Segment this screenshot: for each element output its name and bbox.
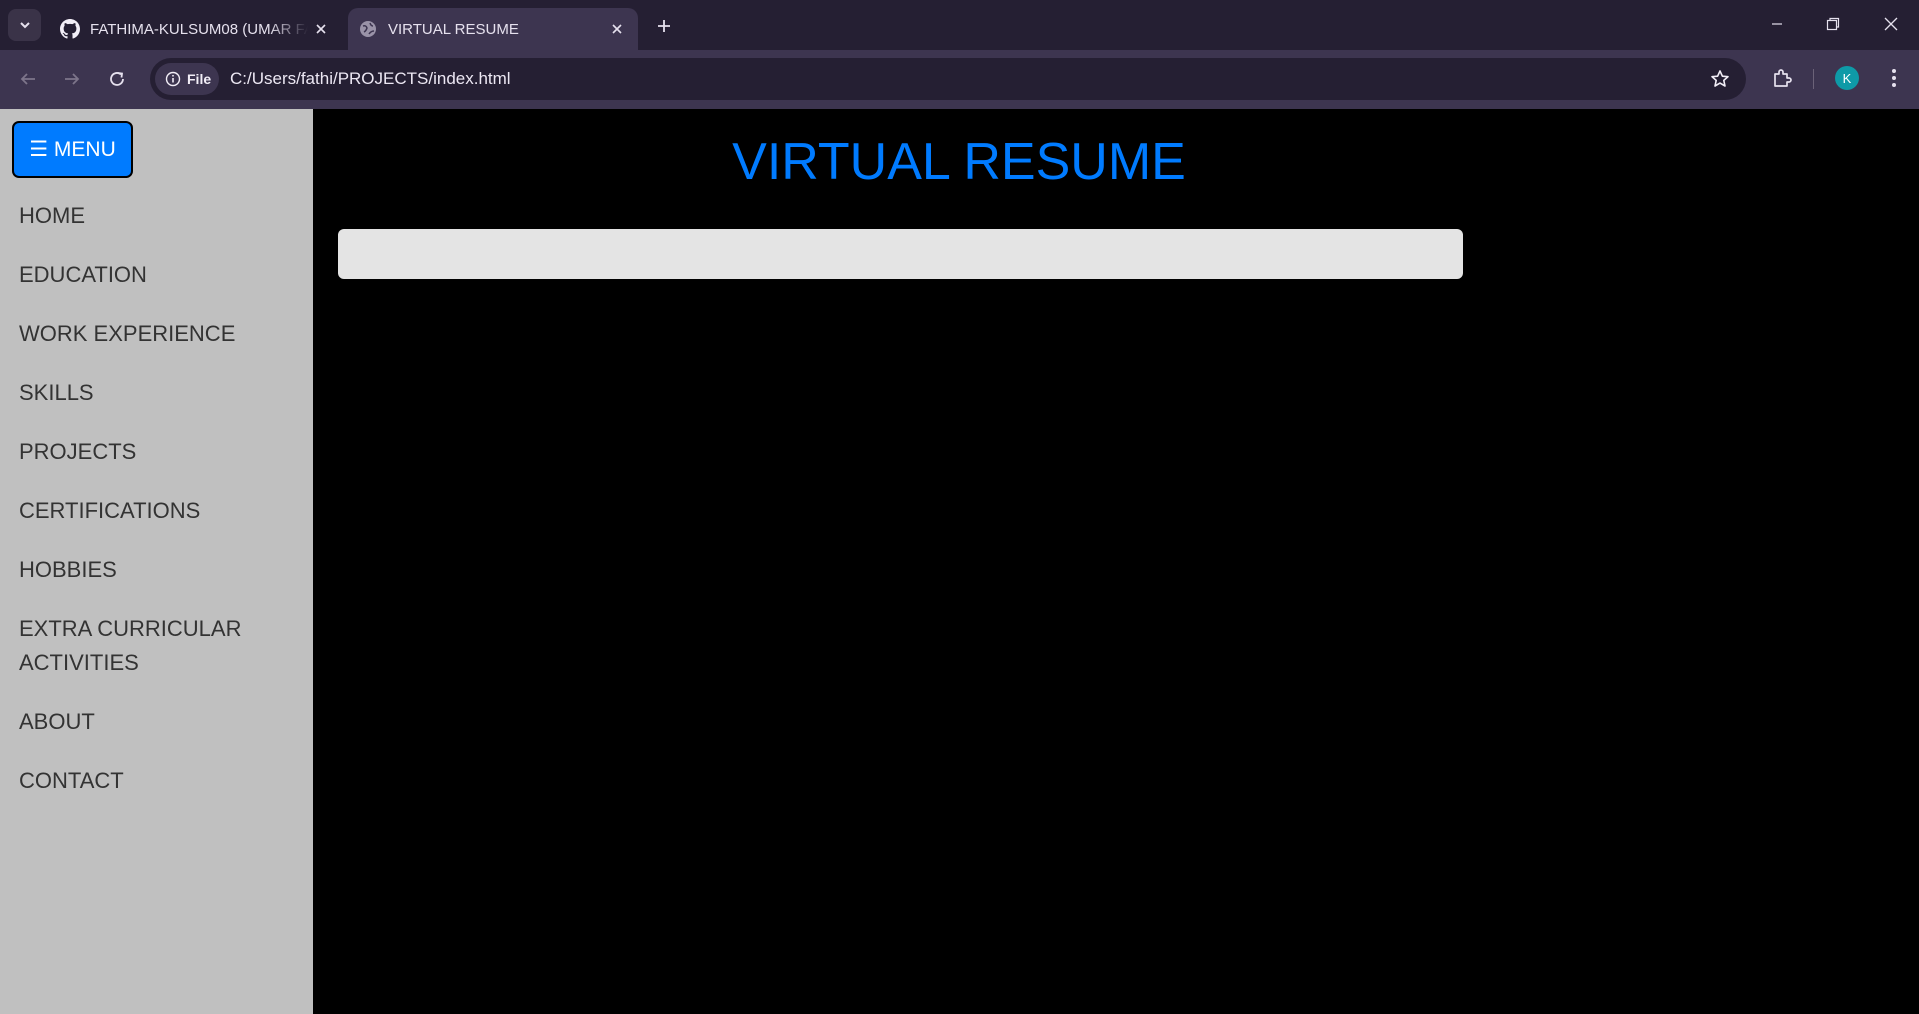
- forward-button[interactable]: [56, 63, 88, 95]
- minimize-icon: [1772, 23, 1782, 25]
- site-info-chip[interactable]: File: [155, 63, 219, 95]
- close-window-button[interactable]: [1869, 6, 1913, 42]
- github-icon: [60, 19, 80, 39]
- sidebar-item-contact[interactable]: CONTACT: [19, 764, 309, 798]
- profile-avatar[interactable]: K: [1835, 66, 1859, 90]
- search-input[interactable]: [338, 229, 1463, 279]
- reload-icon: [110, 72, 124, 86]
- sidebar-item-about[interactable]: ABOUT: [19, 705, 309, 739]
- sidebar: ☰ MENU HOME EDUCATION WORK EXPERIENCE SK…: [0, 109, 313, 1014]
- sidebar-item-hobbies[interactable]: HOBBIES: [19, 553, 309, 587]
- browser-toolbar: File C:/Users/fathi/PROJECTS/index.html: [0, 50, 1919, 109]
- minimize-button[interactable]: [1755, 6, 1799, 42]
- plus-icon: [658, 20, 670, 32]
- new-tab-button[interactable]: [650, 12, 678, 40]
- site-chip-label: File: [187, 71, 212, 87]
- tab-title: VIRTUAL RESUME: [388, 20, 519, 38]
- address-bar[interactable]: File C:/Users/fathi/PROJECTS/index.html: [150, 58, 1746, 100]
- more-vertical-icon: [1892, 69, 1896, 87]
- web-page: ☰ MENU HOME EDUCATION WORK EXPERIENCE SK…: [0, 109, 1919, 1014]
- tab-virtual-resume[interactable]: VIRTUAL RESUME: [348, 8, 638, 50]
- restore-icon: [1826, 17, 1840, 31]
- close-icon: [1884, 17, 1898, 31]
- toolbar-divider: [1813, 69, 1814, 89]
- globe-icon: [358, 19, 378, 39]
- menu-button[interactable]: ☰ MENU: [12, 121, 133, 178]
- sidebar-nav: HOME EDUCATION WORK EXPERIENCE SKILLS PR…: [19, 199, 309, 823]
- sidebar-item-home[interactable]: HOME: [19, 199, 309, 233]
- bookmark-star-icon[interactable]: [1708, 67, 1732, 91]
- url-text[interactable]: C:/Users/fathi/PROJECTS/index.html: [230, 69, 511, 89]
- arrow-left-icon: [20, 73, 35, 85]
- close-icon[interactable]: [604, 16, 630, 42]
- tab-github[interactable]: FATHIMA-KULSUM08 (UMAR FA: [50, 8, 342, 50]
- extensions-button[interactable]: [1766, 62, 1798, 94]
- restore-button[interactable]: [1811, 6, 1855, 42]
- browser-tab-strip: FATHIMA-KULSUM08 (UMAR FA VIRTUAL RESUME: [0, 0, 1919, 50]
- main-content: VIRTUAL RESUME: [313, 109, 1919, 1014]
- chevron-down-icon: [19, 22, 30, 29]
- sidebar-item-education[interactable]: EDUCATION: [19, 258, 309, 292]
- browser-menu-button[interactable]: [1878, 62, 1910, 94]
- sidebar-item-certifications[interactable]: CERTIFICATIONS: [19, 494, 309, 528]
- arrow-right-icon: [65, 73, 80, 85]
- tab-search-button[interactable]: [8, 9, 41, 41]
- back-button[interactable]: [12, 63, 44, 95]
- page-title: VIRTUAL RESUME: [732, 133, 1186, 191]
- sidebar-item-projects[interactable]: PROJECTS: [19, 435, 309, 469]
- info-icon: [165, 71, 181, 87]
- tab-title: FATHIMA-KULSUM08 (UMAR FA: [90, 20, 308, 38]
- sidebar-item-work-experience[interactable]: WORK EXPERIENCE: [19, 317, 309, 351]
- reload-button[interactable]: [101, 63, 133, 95]
- sidebar-item-extra-curricular-activities[interactable]: EXTRA CURRICULAR ACTIVITIES: [19, 612, 259, 680]
- puzzle-icon: [1774, 69, 1792, 87]
- close-icon[interactable]: [308, 16, 334, 42]
- sidebar-item-skills[interactable]: SKILLS: [19, 376, 309, 410]
